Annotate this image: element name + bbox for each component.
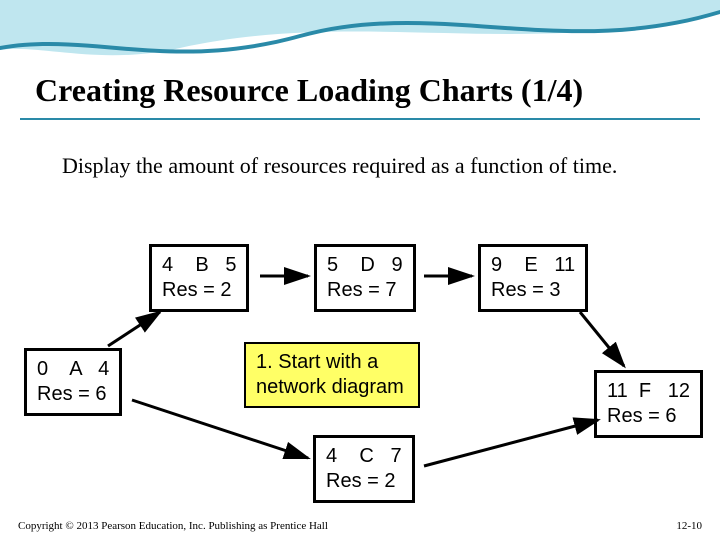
slide-subtitle: Display the amount of resources required… xyxy=(62,152,622,181)
node-E-line2: Res = 3 xyxy=(491,279,560,301)
callout-line2: network diagram xyxy=(256,375,404,400)
node-D-line1: 5 D 9 xyxy=(327,254,403,276)
callout-box: 1. Start with a network diagram xyxy=(244,342,420,408)
node-A-line1: 0 A 4 xyxy=(37,358,109,380)
node-B: 4 B 5 Res = 2 xyxy=(149,244,249,312)
copyright-text: Copyright © 2013 Pearson Education, Inc.… xyxy=(18,520,328,532)
node-F-line1: 11 F 12 xyxy=(607,380,690,402)
header-swoosh xyxy=(0,0,720,80)
page-number: 12-10 xyxy=(676,520,702,532)
node-B-line1: 4 B 5 xyxy=(162,254,236,276)
node-B-line2: Res = 2 xyxy=(162,279,231,301)
node-C: 4 C 7 Res = 2 xyxy=(313,435,415,503)
node-F-line2: Res = 6 xyxy=(607,405,676,427)
node-C-line1: 4 C 7 xyxy=(326,445,402,467)
node-D: 5 D 9 Res = 7 xyxy=(314,244,416,312)
title-underline xyxy=(20,118,700,120)
slide-title: Creating Resource Loading Charts (1/4) xyxy=(35,72,583,109)
node-F: 11 F 12 Res = 6 xyxy=(594,370,703,438)
callout-line1: 1. Start with a xyxy=(256,350,404,375)
node-A-line2: Res = 6 xyxy=(37,383,106,405)
node-C-line2: Res = 2 xyxy=(326,470,395,492)
node-E: 9 E 11 Res = 3 xyxy=(478,244,588,312)
node-D-line2: Res = 7 xyxy=(327,279,396,301)
node-E-line1: 9 E 11 xyxy=(491,254,575,276)
node-A: 0 A 4 Res = 6 xyxy=(24,348,122,416)
